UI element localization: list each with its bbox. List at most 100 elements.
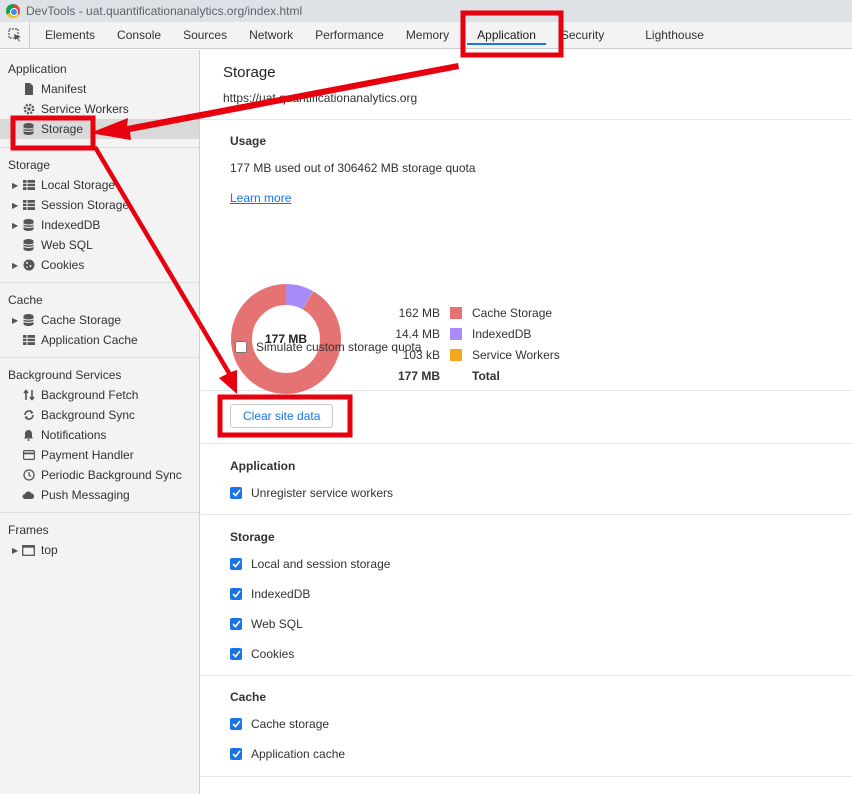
sidebar-item-application-cache[interactable]: Application Cache xyxy=(0,330,199,350)
tab-network[interactable]: Network xyxy=(238,22,304,48)
checkbox-label: IndexedDB xyxy=(251,587,311,601)
local-session-storage-checkbox[interactable]: Local and session storage xyxy=(230,557,852,571)
sidebar-item-label: Background Sync xyxy=(41,408,136,422)
expand-arrow-icon[interactable]: ▶ xyxy=(12,261,22,270)
legend-label: Cache Storage xyxy=(472,305,553,320)
sync-icon xyxy=(22,409,35,422)
window-title: DevTools - uat.quantificationanalytics.o… xyxy=(26,4,303,18)
sidebar-item-frame-top[interactable]: ▶ top xyxy=(0,540,199,560)
tab-memory[interactable]: Memory xyxy=(395,22,463,48)
sidebar-item-background-sync[interactable]: Background Sync xyxy=(0,405,199,425)
legend-value: 162 MB xyxy=(398,305,440,320)
cache-options-section: Cache Cache storage Application cache xyxy=(201,676,852,777)
tab-performance[interactable]: Performance xyxy=(304,22,395,48)
sidebar-item-manifest[interactable]: Manifest xyxy=(0,79,199,99)
sidebar-item-label: Cookies xyxy=(41,258,85,272)
sidebar-item-label: Session Storage xyxy=(41,198,130,212)
sidebar-item-label: Periodic Background Sync xyxy=(41,468,182,482)
page-title: Storage xyxy=(223,64,276,81)
expand-arrow-icon[interactable]: ▶ xyxy=(12,221,22,230)
tab-sources[interactable]: Sources xyxy=(172,22,238,48)
sidebar-item-background-fetch[interactable]: Background Fetch xyxy=(0,385,199,405)
up-down-arrows-icon xyxy=(22,389,35,402)
unregister-service-workers-checkbox[interactable]: Unregister service workers xyxy=(230,486,852,500)
tab-application[interactable]: Application xyxy=(463,22,550,48)
checkbox-checked[interactable] xyxy=(230,648,242,660)
cache-options-heading: Cache xyxy=(230,690,267,704)
learn-more-link[interactable]: Learn more xyxy=(230,191,291,205)
tab-security[interactable]: Security xyxy=(550,22,634,48)
sidebar-item-cache-storage[interactable]: ▶ Cache Storage xyxy=(0,310,199,330)
frame-icon xyxy=(22,544,35,557)
credit-card-icon xyxy=(22,449,35,462)
checkbox-label: Cookies xyxy=(251,647,295,661)
sidebar-item-periodic-background-sync[interactable]: Periodic Background Sync xyxy=(0,465,199,485)
legend-row-cache-storage: 162 MB Cache Storage xyxy=(372,302,560,323)
sidebar-item-notifications[interactable]: Notifications xyxy=(0,425,199,445)
sidebar-item-label: Service Workers xyxy=(41,102,129,116)
legend-swatch xyxy=(450,348,462,361)
sidebar-heading-frames: Frames xyxy=(8,523,49,537)
database-icon xyxy=(22,219,35,232)
clear-section: Clear site data xyxy=(201,391,852,444)
sidebar-item-local-storage[interactable]: ▶ Local Storage xyxy=(0,175,199,195)
indexeddb-checkbox[interactable]: IndexedDB xyxy=(230,587,852,601)
checkbox-label: Local and session storage xyxy=(251,557,391,571)
sidebar-item-label: Web SQL xyxy=(41,238,93,252)
document-icon xyxy=(22,83,35,96)
gear-icon xyxy=(22,103,35,116)
sidebar-item-push-messaging[interactable]: Push Messaging xyxy=(0,485,199,505)
simulate-quota-checkbox[interactable]: Simulate custom storage quota xyxy=(235,340,421,354)
checkbox-unchecked[interactable] xyxy=(235,341,247,353)
expand-arrow-icon[interactable]: ▶ xyxy=(12,316,22,325)
database-icon xyxy=(22,314,35,327)
tab-console[interactable]: Console xyxy=(106,22,172,48)
checkbox-label: Web SQL xyxy=(251,617,303,631)
database-icon xyxy=(22,239,35,252)
checkbox-checked[interactable] xyxy=(230,618,242,630)
tab-lighthouse[interactable]: Lighthouse xyxy=(634,22,715,48)
application-options-heading: Application xyxy=(230,459,296,473)
sidebar-group-application: Application Manifest Service Workers Sto… xyxy=(0,50,199,148)
sidebar-item-session-storage[interactable]: ▶ Session Storage xyxy=(0,195,199,215)
sidebar-item-web-sql[interactable]: Web SQL xyxy=(0,235,199,255)
tab-elements[interactable]: Elements xyxy=(34,22,106,48)
cache-storage-checkbox[interactable]: Cache storage xyxy=(230,717,852,731)
legend-label: Service Workers xyxy=(472,347,560,362)
sidebar-item-label: Push Messaging xyxy=(41,488,130,502)
checkbox-checked[interactable] xyxy=(230,718,242,730)
sidebar-item-storage[interactable]: Storage xyxy=(0,119,199,139)
application-cache-checkbox[interactable]: Application cache xyxy=(230,747,852,761)
usage-summary: 177 MB used out of 306462 MB storage quo… xyxy=(230,161,476,175)
inspect-element-icon[interactable] xyxy=(0,22,30,48)
expand-arrow-icon[interactable]: ▶ xyxy=(12,201,22,210)
legend-value: 14.4 MB xyxy=(395,326,440,341)
clear-site-data-button[interactable]: Clear site data xyxy=(230,404,334,428)
sidebar-item-indexeddb[interactable]: ▶ IndexedDB xyxy=(0,215,199,235)
sidebar-item-label: Payment Handler xyxy=(41,448,134,462)
cookies-checkbox[interactable]: Cookies xyxy=(230,647,852,661)
expand-arrow-icon[interactable]: ▶ xyxy=(12,546,22,555)
cloud-icon xyxy=(22,489,35,502)
sidebar-item-label: IndexedDB xyxy=(41,218,101,232)
checkbox-checked[interactable] xyxy=(230,558,242,570)
legend-swatch xyxy=(450,306,462,319)
legend-swatch xyxy=(450,327,462,340)
web-sql-checkbox[interactable]: Web SQL xyxy=(230,617,852,631)
sidebar-item-label: Cache Storage xyxy=(41,313,122,327)
cookie-icon xyxy=(22,259,35,272)
checkbox-label: Unregister service workers xyxy=(251,486,394,500)
legend-row-total: 177 MB Total xyxy=(372,365,560,386)
sidebar-item-payment-handler[interactable]: Payment Handler xyxy=(0,445,199,465)
checkbox-checked[interactable] xyxy=(230,748,242,760)
sidebar-item-label: Background Fetch xyxy=(41,388,139,402)
checkbox-checked[interactable] xyxy=(230,487,242,499)
expand-arrow-icon[interactable]: ▶ xyxy=(12,181,22,190)
sidebar-item-cookies[interactable]: ▶ Cookies xyxy=(0,255,199,275)
sidebar-item-service-workers[interactable]: Service Workers xyxy=(0,99,199,119)
sidebar-group-frames: Frames ▶ top xyxy=(0,513,199,567)
sidebar-item-label: Storage xyxy=(41,122,84,136)
sidebar-item-label: Local Storage xyxy=(41,178,116,192)
checkbox-checked[interactable] xyxy=(230,588,242,600)
devtools-tab-bar: Elements Console Sources Network Perform… xyxy=(0,22,852,49)
